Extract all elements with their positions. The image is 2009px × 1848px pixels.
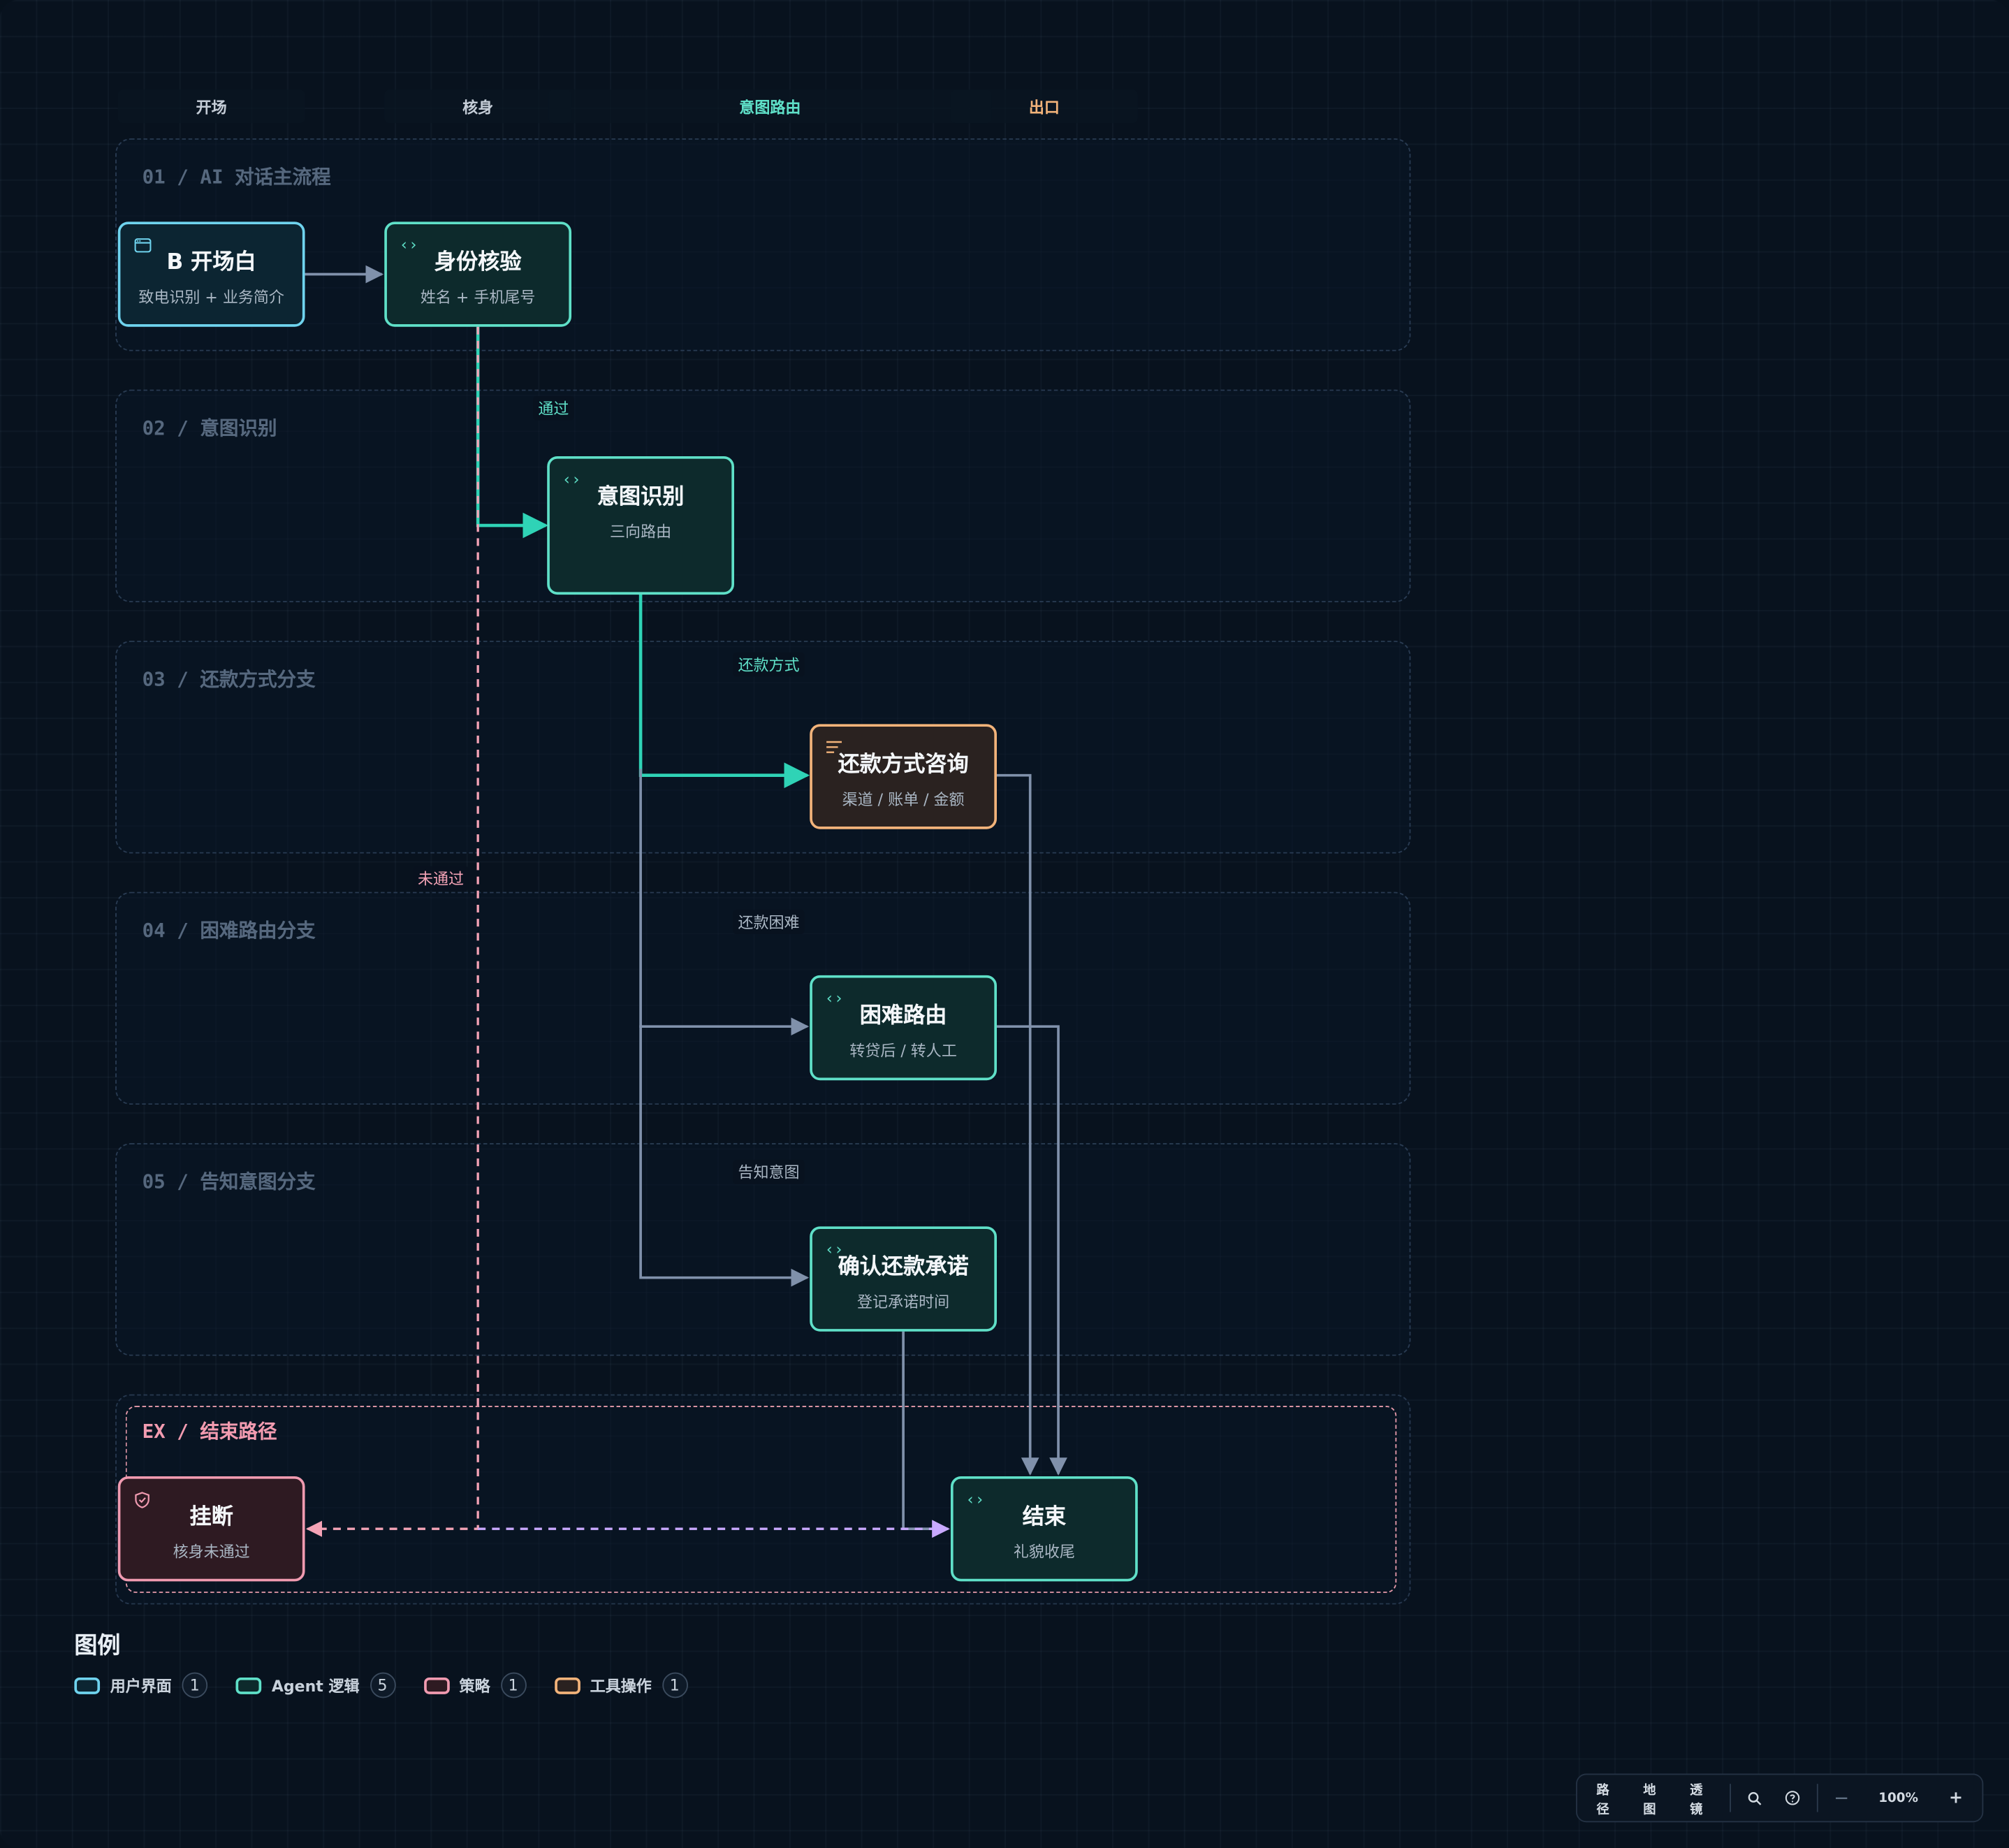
legend-count: 1 — [182, 1672, 208, 1698]
edge-label-hardship: 还款困难 — [733, 910, 805, 935]
node-subtitle: 渠道 / 账单 / 金额 — [842, 790, 965, 809]
toolbar-divider — [1730, 1784, 1732, 1812]
edge-intent-hardship — [639, 769, 810, 1036]
shield-icon — [133, 1490, 152, 1508]
zoom-out-button[interactable]: — — [1823, 1782, 1859, 1813]
legend-item-tool[interactable]: 工具操作 1 — [554, 1672, 688, 1698]
toolbar-divider — [1817, 1784, 1819, 1812]
legend-item-policy[interactable]: 策略 1 — [423, 1672, 526, 1698]
legend-label: 用户界面 — [110, 1677, 172, 1695]
legend-swatch — [423, 1677, 449, 1694]
node-subtitle: 礼貌收尾 — [1013, 1543, 1075, 1562]
node-title: 确认还款承诺 — [838, 1254, 969, 1281]
legend-count: 1 — [662, 1672, 688, 1698]
map-view-button[interactable]: 地图 — [1632, 1782, 1679, 1817]
node-title: 结束 — [1022, 1504, 1067, 1531]
search-icon[interactable] — [1737, 1782, 1774, 1813]
node-end[interactable]: ‹› 结束 礼貌收尾 — [950, 1476, 1138, 1582]
code-icon: ‹› — [399, 235, 418, 254]
legend-label: 策略 — [459, 1677, 490, 1695]
edge-label-inform: 告知意图 — [733, 1159, 805, 1184]
legend-title: 图例 — [74, 1632, 121, 1660]
lens-view-button[interactable]: 透镜 — [1679, 1782, 1725, 1817]
legend-swatch — [74, 1677, 101, 1694]
edge-label-fail: 未通过 — [412, 866, 469, 891]
legend: 用户界面 1 Agent 逻辑 5 策略 1 工具操作 1 — [74, 1672, 688, 1698]
edge-identity-hangup — [305, 326, 479, 1537]
edge-confirm-end — [902, 1331, 950, 1538]
node-title: 意图识别 — [597, 484, 685, 511]
edge-label-pass: 通过 — [533, 395, 574, 421]
legend-count: 5 — [370, 1672, 395, 1698]
edge-intent-confirm — [639, 1025, 810, 1287]
window-icon — [133, 235, 152, 254]
node-intent-recognition[interactable]: ‹› 意图识别 三向路由 — [547, 456, 734, 595]
code-icon: ‹› — [824, 989, 844, 1007]
node-title: 还款方式咨询 — [838, 752, 969, 778]
code-icon: ‹› — [562, 470, 581, 488]
edge-intent-repay — [638, 593, 810, 789]
legend-item-agent[interactable]: Agent 逻辑 5 — [235, 1672, 395, 1698]
view-toolbar: 路径 地图 透镜 — 100% + — [1576, 1773, 1984, 1823]
node-confirm-promise[interactable]: ‹› 确认还款承诺 登记承诺时间 — [810, 1226, 998, 1332]
node-opening[interactable]: B 开场白 致电识别 + 业务简介 — [117, 221, 305, 327]
list-icon — [825, 738, 843, 756]
legend-label: Agent 逻辑 — [271, 1677, 360, 1695]
code-icon: ‹› — [965, 1490, 985, 1508]
edge-hardship-end — [997, 1025, 1067, 1476]
path-view-button[interactable]: 路径 — [1585, 1782, 1632, 1817]
node-subtitle: 转贷后 / 转人工 — [849, 1042, 957, 1060]
legend-swatch — [235, 1677, 262, 1694]
node-title: 挂断 — [189, 1504, 233, 1531]
node-repay-method[interactable]: 还款方式咨询 渠道 / 账单 / 金额 — [810, 724, 998, 829]
edge-identity-intent — [476, 326, 549, 539]
node-title: 困难路由 — [859, 1003, 947, 1029]
edge-repay-end — [997, 773, 1039, 1476]
legend-label: 工具操作 — [590, 1677, 652, 1695]
zoom-level: 100% — [1878, 1791, 1918, 1805]
node-hardship-routing[interactable]: ‹› 困难路由 转贷后 / 转人工 — [810, 975, 998, 1081]
node-subtitle: 姓名 + 手机尾号 — [420, 288, 536, 307]
node-title: B 开场白 — [166, 249, 256, 276]
help-icon[interactable] — [1774, 1782, 1812, 1813]
legend-count: 1 — [500, 1672, 526, 1698]
zoom-in-button[interactable]: + — [1937, 1782, 1974, 1813]
node-subtitle: 核身未通过 — [173, 1543, 250, 1562]
flow-canvas[interactable]: 开场 核身 意图路由 出口 01 / AI 对话主流程 02 / 意图识别 03… — [0, 0, 2009, 1848]
node-hangup[interactable]: 挂断 核身未通过 — [117, 1476, 305, 1582]
legend-item-ui[interactable]: 用户界面 1 — [74, 1672, 208, 1698]
node-subtitle: 登记承诺时间 — [857, 1293, 950, 1311]
node-subtitle: 三向路由 — [610, 523, 672, 541]
node-title: 身份核验 — [434, 249, 522, 276]
node-identity-check[interactable]: ‹› 身份核验 姓名 + 手机尾号 — [384, 221, 572, 327]
edge-label-repay-method: 还款方式 — [733, 652, 805, 677]
code-icon: ‹› — [824, 1240, 844, 1259]
node-subtitle: 致电识别 + 业务简介 — [138, 288, 284, 307]
legend-swatch — [554, 1677, 580, 1694]
